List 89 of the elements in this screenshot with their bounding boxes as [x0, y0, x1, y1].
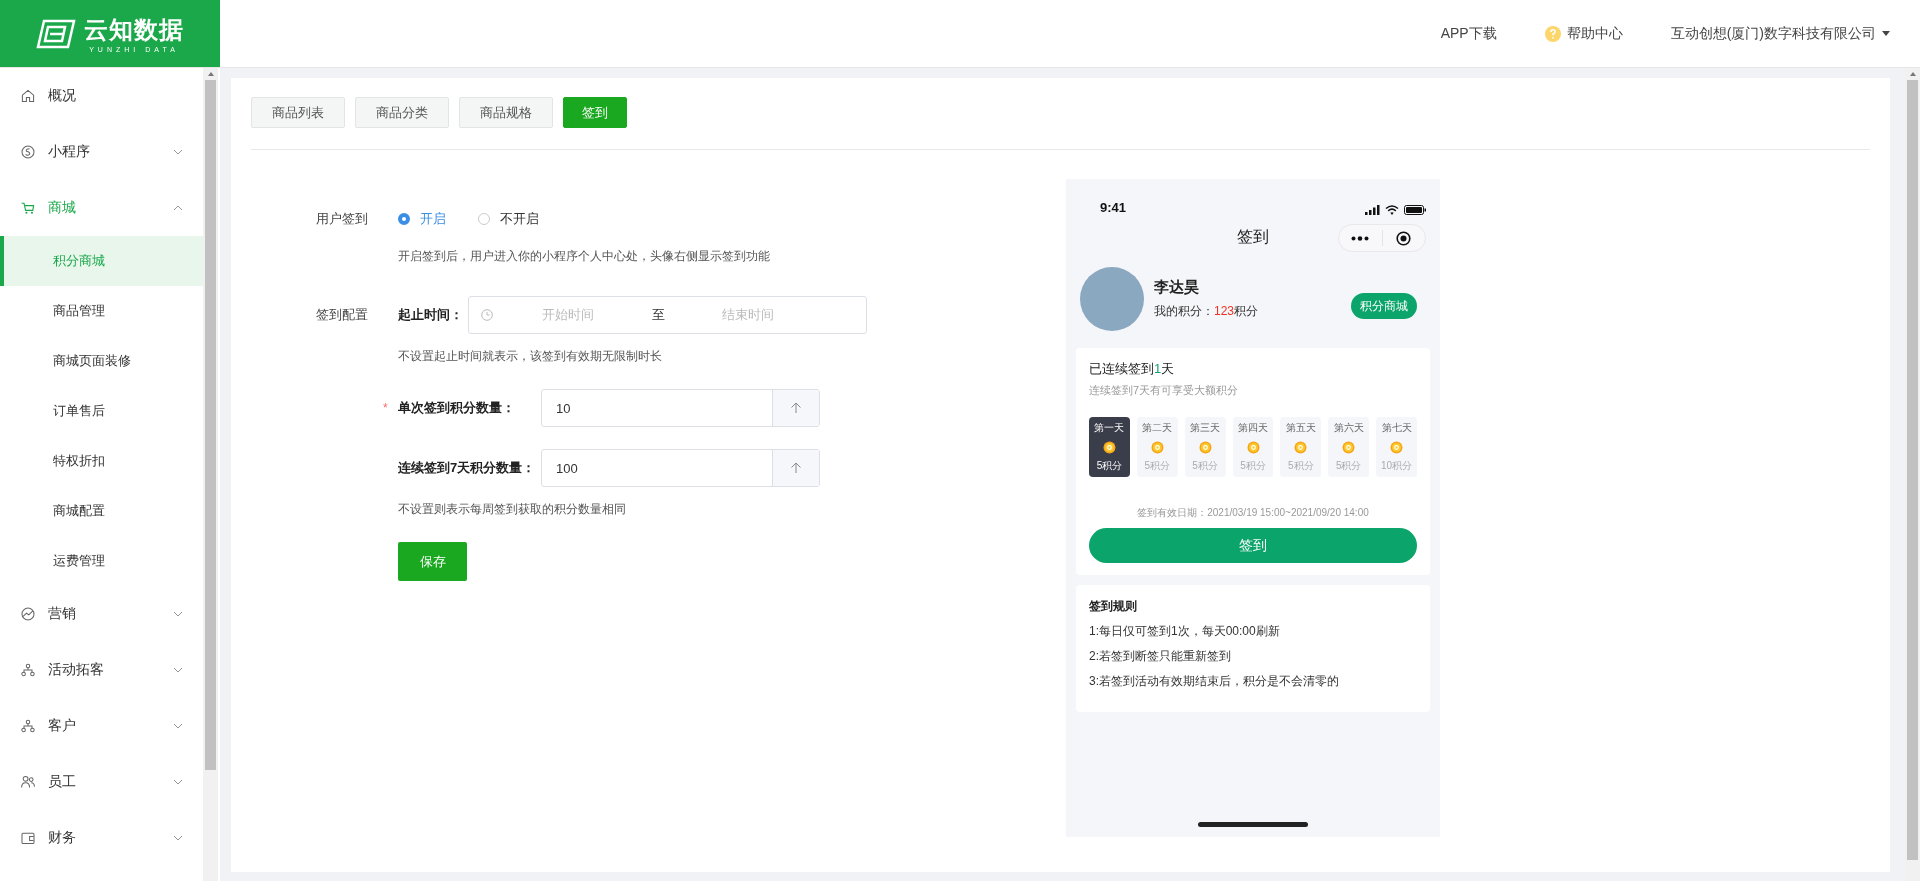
help-text: 开启签到后，用户进入你的小程序个人中心处，头像右侧显示签到功能	[398, 248, 771, 265]
coin-icon	[1150, 440, 1164, 454]
sidebar-subitem[interactable]: 商城页面装修	[0, 336, 203, 386]
status-time: 9:41	[1100, 200, 1127, 215]
day-tile[interactable]: 第五天 5积分	[1280, 417, 1322, 477]
chevron-down-icon	[173, 835, 183, 841]
chevron-down-icon	[173, 667, 183, 673]
rules-title: 签到规则	[1089, 598, 1138, 615]
radio-button[interactable]	[398, 213, 410, 225]
day-tile[interactable]: 第七天 10积分	[1376, 417, 1417, 477]
radio-button[interactable]	[478, 213, 490, 225]
capsule-menu[interactable]	[1338, 224, 1426, 252]
sidebar-subitem[interactable]: 订单售后	[0, 386, 203, 436]
rule-text: 3:若签到活动有效期结束后，积分是不会清零的	[1089, 673, 1340, 690]
coin-icon	[1390, 440, 1404, 454]
coin-icon	[1246, 440, 1260, 454]
sidebar-item[interactable]: 员工	[0, 754, 203, 810]
tab[interactable]: 商品列表	[251, 97, 345, 128]
people-icon	[20, 774, 36, 790]
sidebar-subitem[interactable]: 商城配置	[0, 486, 203, 536]
sidebar-item[interactable]: 客户	[0, 698, 203, 754]
clock-icon	[481, 309, 493, 321]
sidebar-subitem[interactable]: 运费管理	[0, 536, 203, 586]
required-mark: *	[383, 401, 388, 415]
tab[interactable]: 商品规格	[459, 97, 553, 128]
points-text: 我的积分：123积分	[1154, 303, 1259, 320]
field-label: 用户签到	[316, 210, 369, 228]
chevron-down-icon	[173, 149, 183, 155]
signal-icon	[1365, 205, 1380, 215]
sidebar-item[interactable]: 营销	[0, 586, 203, 642]
validity-text: 签到有效日期：2021/03/19 15:00~2021/09/20 14:00	[1136, 506, 1370, 520]
chart-icon	[20, 606, 36, 622]
date-range-field[interactable]: 开始时间 至 结束时间	[468, 296, 867, 334]
caret-icon	[1882, 31, 1890, 36]
day-tile[interactable]: 第三天 5积分	[1184, 417, 1226, 477]
scrollbar[interactable]	[203, 68, 218, 881]
streak-subtitle: 连续签到7天有可享受大额积分	[1089, 383, 1240, 398]
sidebar-subitem[interactable]: 商品管理	[0, 286, 203, 336]
field-label: 单次签到积分数量：	[398, 399, 516, 417]
sidebar-item[interactable]: 活动拓客	[0, 642, 203, 698]
coin-icon	[1198, 440, 1212, 454]
sidebar-item[interactable]: 财务	[0, 810, 203, 866]
sidebar-subitem[interactable]: 特权折扣	[0, 436, 203, 486]
coin-icon	[1342, 440, 1356, 454]
day-tile[interactable]: 第二天 5积分	[1136, 417, 1178, 477]
more-icon[interactable]	[1351, 235, 1370, 241]
network-icon	[20, 718, 36, 734]
user-name: 李达昊	[1154, 278, 1200, 297]
radio-label[interactable]: 开启	[420, 210, 446, 228]
chevron-down-icon	[173, 611, 183, 617]
rule-text: 1:每日仅可签到1次，每天00:00刷新	[1089, 623, 1281, 640]
number-field[interactable]: 10	[541, 389, 820, 427]
home-icon	[20, 88, 36, 104]
help-icon	[1544, 25, 1561, 42]
wallet-icon	[20, 830, 36, 846]
chevron-down-icon	[173, 723, 183, 729]
arrow-up-icon	[790, 402, 802, 414]
scrollbar[interactable]	[1905, 68, 1920, 881]
number-field[interactable]: 100	[541, 449, 820, 487]
coin-icon	[1294, 440, 1308, 454]
field-label: 起止时间：	[398, 306, 464, 324]
field-label: 连续签到7天积分数量：	[398, 459, 537, 477]
rule-text: 2:若签到断签只能重新签到	[1089, 648, 1232, 665]
account-menu[interactable]: 互动创想(厦门)数字科技有限公司	[1670, 24, 1876, 43]
chevron-up-icon	[173, 205, 183, 211]
chevron-down-icon	[173, 779, 183, 785]
radio-label[interactable]: 不开启	[500, 210, 539, 228]
day-tile[interactable]: 第六天 5积分	[1328, 417, 1370, 477]
wifi-icon	[1385, 205, 1399, 215]
logo-icon	[36, 18, 76, 49]
page-title: 签到	[1237, 226, 1269, 247]
help-text: 不设置起止时间就表示，该签到有效期无限制时长	[398, 348, 663, 365]
day-tile[interactable]: 第四天 5积分	[1232, 417, 1274, 477]
battery-icon	[1404, 205, 1426, 215]
sidebar-item[interactable]: 概况	[0, 68, 203, 124]
coin-icon	[1102, 440, 1116, 454]
sidebar-item[interactable]: 小程序	[0, 124, 203, 180]
field-label: 签到配置	[316, 306, 369, 324]
logo-text: 云知数据	[84, 15, 184, 45]
header-link[interactable]: 帮助中心	[1566, 24, 1623, 43]
streak-title: 已连续签到1天	[1089, 360, 1176, 378]
help-text: 不设置则表示每周签到获取的积分数量相同	[398, 501, 627, 518]
cart-icon	[20, 200, 36, 216]
network-icon	[20, 662, 36, 678]
day-tile[interactable]: 第一天 5积分	[1089, 417, 1130, 477]
tab[interactable]: 商品分类	[355, 97, 449, 128]
coin-icon	[20, 144, 36, 160]
arrow-up-icon	[790, 462, 802, 474]
header-link[interactable]: APP下载	[1440, 24, 1497, 43]
